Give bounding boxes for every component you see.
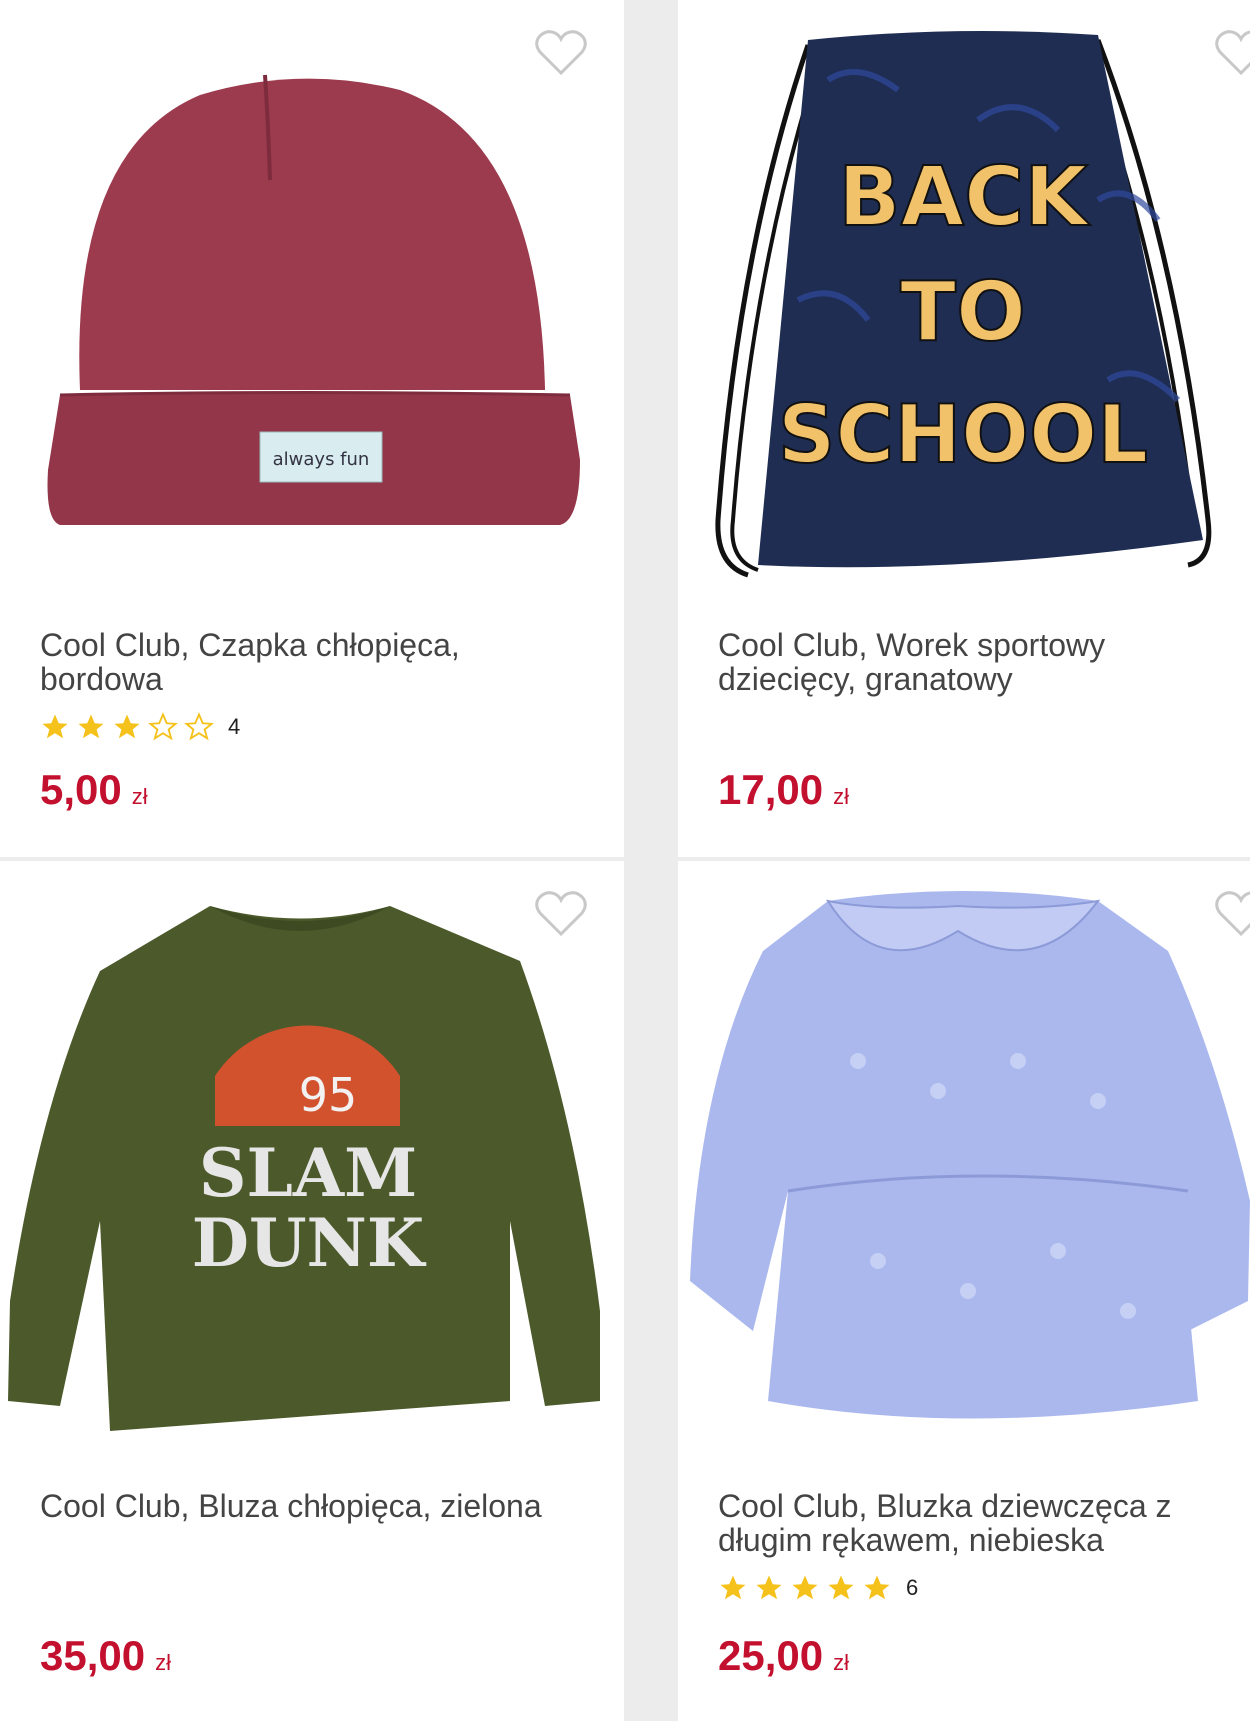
- price-currency: zł: [833, 1650, 849, 1675]
- product-card[interactable]: BACK TO SCHOOL Cool Club, Worek sportowy…: [678, 0, 1250, 857]
- star-empty-icon: [148, 712, 178, 741]
- rating-count: 6: [906, 1575, 919, 1600]
- price-value: 5,00: [40, 766, 122, 813]
- star-filled-icon: [792, 1575, 818, 1600]
- product-grid: always fun Cool Club, Czapka chłopięca, …: [0, 0, 1250, 1721]
- star-filled-icon: [78, 714, 104, 739]
- price-value: 17,00: [718, 766, 824, 813]
- price-value: 25,00: [718, 1632, 824, 1679]
- star-empty-icon: [184, 712, 214, 741]
- product-card[interactable]: always fun Cool Club, Czapka chłopięca, …: [0, 0, 624, 857]
- product-title[interactable]: Cool Club, Czapka chłopięca, bordowa: [40, 628, 560, 696]
- sweatshirt-print-number: 95: [299, 1068, 358, 1122]
- price: 5,00 zł: [40, 766, 148, 814]
- product-title[interactable]: Cool Club, Bluzka dziewczęca z długim rę…: [718, 1489, 1238, 1557]
- star-filled-icon: [756, 1575, 782, 1600]
- product-card[interactable]: Cool Club, Bluzka dziewczęca z długim rę…: [678, 861, 1250, 1721]
- star-filled-icon: [864, 1575, 890, 1600]
- product-title[interactable]: Cool Club, Worek sportowy dziecięcy, gra…: [718, 628, 1238, 696]
- price-currency: zł: [155, 1650, 171, 1675]
- star-filled-icon: [828, 1575, 854, 1600]
- price-currency: zł: [131, 784, 148, 809]
- star-filled-icon: [42, 714, 68, 739]
- favorite-heart-icon[interactable]: [534, 28, 588, 78]
- price-currency: zł: [833, 784, 849, 809]
- favorite-heart-icon[interactable]: [1214, 28, 1250, 78]
- price: 35,00 zł: [40, 1632, 171, 1680]
- product-title[interactable]: Cool Club, Bluza chłopięca, zielona: [40, 1489, 560, 1523]
- bag-print-line-1: BACK: [838, 150, 1091, 245]
- price: 17,00 zł: [718, 766, 849, 814]
- bag-print-line-2: TO: [900, 265, 1026, 360]
- favorite-heart-icon[interactable]: [1214, 889, 1250, 939]
- star-filled-icon: [114, 714, 140, 739]
- bag-print-line-3: SCHOOL: [778, 388, 1148, 481]
- rating-count: 4: [228, 714, 241, 739]
- product-image-hat[interactable]: always fun: [0, 0, 624, 600]
- product-image-sweatshirt[interactable]: 95 SLAM DUNK: [0, 861, 624, 1461]
- price-value: 35,00: [40, 1632, 146, 1679]
- sweatshirt-print-line-2: DUNK: [192, 1204, 427, 1282]
- product-card[interactable]: 95 SLAM DUNK Cool Club, Bluza chłopięca,…: [0, 861, 624, 1721]
- star-filled-icon: [720, 1575, 746, 1600]
- rating: 6: [718, 1573, 918, 1603]
- product-image-blouse[interactable]: [678, 861, 1250, 1461]
- price: 25,00 zł: [718, 1632, 849, 1680]
- sweatshirt-print-line-1: SLAM: [199, 1134, 417, 1212]
- favorite-heart-icon[interactable]: [534, 889, 588, 939]
- rating: 4: [40, 712, 240, 742]
- product-image-bag[interactable]: BACK TO SCHOOL: [678, 0, 1250, 600]
- hat-label-text: always fun: [273, 449, 370, 470]
